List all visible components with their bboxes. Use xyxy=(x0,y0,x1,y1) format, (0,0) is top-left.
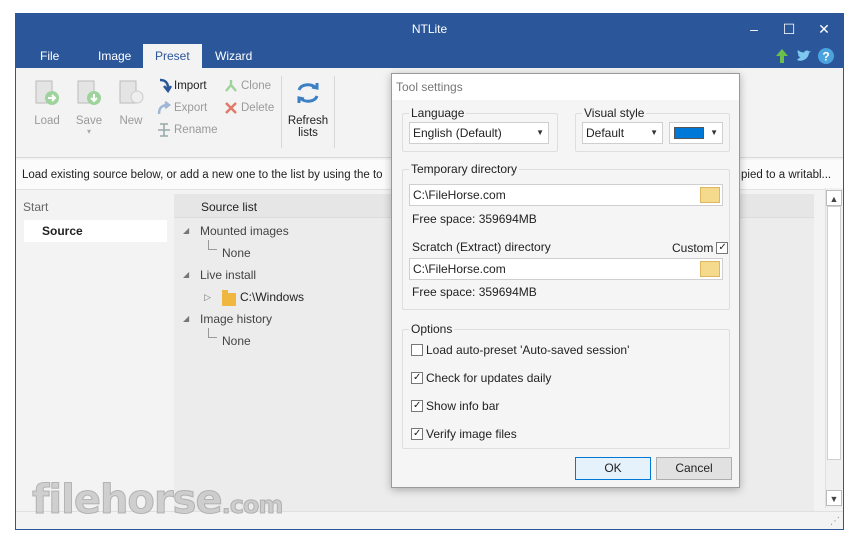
start-header: Start xyxy=(23,200,49,214)
dialog-title: Tool settings xyxy=(392,74,739,100)
collapse-icon[interactable]: ◢ xyxy=(183,314,189,323)
import-button[interactable]: Import xyxy=(156,77,207,95)
delete-button[interactable]: Delete xyxy=(223,99,274,117)
tab-wizard[interactable]: Wizard xyxy=(211,44,256,68)
expand-icon[interactable]: ▷ xyxy=(204,292,211,303)
chevron-down-icon: ▼ xyxy=(536,128,544,137)
language-select[interactable]: English (Default) ▼ xyxy=(409,122,549,144)
custom-checkbox[interactable]: Custom xyxy=(672,241,729,257)
info-text: Load existing source below, or add a new… xyxy=(22,169,383,181)
scroll-thumb[interactable] xyxy=(827,206,841,460)
temp-dir-label: Temporary directory xyxy=(409,162,520,176)
ribbon-separator xyxy=(334,76,335,148)
windows-folder-icon xyxy=(222,290,236,306)
option-verify-image[interactable]: Verify image files xyxy=(411,427,517,443)
rename-icon xyxy=(158,123,170,137)
watermark-logo: filehorse.com xyxy=(32,477,284,524)
clone-button[interactable]: Clone xyxy=(223,77,271,95)
chevron-down-icon: ▾ xyxy=(86,127,91,136)
accent-color-picker[interactable]: ▼ xyxy=(669,122,723,144)
tab-image[interactable]: Image xyxy=(94,44,135,68)
tree-node-history-none[interactable]: None xyxy=(222,332,251,350)
window-title: NTLite xyxy=(411,22,448,36)
tree-node-live-install[interactable]: Live install xyxy=(200,266,256,284)
options-label: Options xyxy=(409,322,455,336)
tab-file[interactable]: File xyxy=(36,44,63,68)
visual-style-select[interactable]: Default ▼ xyxy=(582,122,663,144)
color-swatch xyxy=(674,127,704,139)
scratch-free-space: Free space: 359694MB xyxy=(412,285,537,299)
refresh-lists-button[interactable]: Refresh lists xyxy=(286,78,330,139)
sidebar-item-source[interactable]: Source xyxy=(24,220,167,242)
tree-node-image-history[interactable]: Image history xyxy=(200,310,272,328)
temp-dir-input[interactable]: C:\FileHorse.com xyxy=(409,184,723,206)
delete-icon xyxy=(225,102,237,114)
ok-button[interactable]: OK xyxy=(575,457,651,480)
tab-preset[interactable]: Preset xyxy=(143,44,202,68)
save-icon xyxy=(77,80,101,105)
title-bar: NTLite – ☐ ✕ xyxy=(16,14,843,44)
refresh-icon xyxy=(297,83,319,103)
export-icon xyxy=(157,101,172,115)
tool-settings-dialog: Tool settings Language English (Default)… xyxy=(391,73,740,488)
save-label: Save xyxy=(75,115,103,127)
temp-free-space: Free space: 359694MB xyxy=(412,212,537,226)
twitter-icon[interactable] xyxy=(795,47,813,65)
info-text-tail: pied to a writabl... xyxy=(741,169,832,181)
collapse-icon[interactable]: ◢ xyxy=(183,226,189,235)
tree-connector xyxy=(208,328,217,338)
checkbox-icon[interactable] xyxy=(411,371,423,385)
tree-connector xyxy=(208,240,217,250)
maximize-button[interactable]: ☐ xyxy=(771,14,807,44)
collapse-icon[interactable]: ◢ xyxy=(183,270,189,279)
menu-bar: File Image Preset Wizard ? xyxy=(16,44,843,68)
load-label: Load xyxy=(34,115,60,127)
language-label: Language xyxy=(409,106,467,120)
export-button[interactable]: Export xyxy=(156,99,207,117)
chevron-down-icon: ▼ xyxy=(710,128,718,137)
rename-button[interactable]: Rename xyxy=(156,121,217,139)
scroll-down-icon[interactable]: ▼ xyxy=(826,490,842,506)
option-auto-preset[interactable]: Load auto-preset 'Auto-saved session' xyxy=(411,343,629,359)
checkbox-icon[interactable] xyxy=(411,399,423,413)
folder-browse-icon[interactable] xyxy=(700,187,720,203)
help-icon[interactable]: ? xyxy=(817,47,835,65)
new-label: New xyxy=(119,115,143,127)
scroll-up-icon[interactable]: ▲ xyxy=(826,190,842,206)
tree-node-mounted-images[interactable]: Mounted images xyxy=(200,222,289,240)
folder-browse-icon[interactable] xyxy=(700,261,720,277)
refresh-label-2: lists xyxy=(298,127,318,139)
cancel-button[interactable]: Cancel xyxy=(656,457,732,480)
option-show-info-bar[interactable]: Show info bar xyxy=(411,399,499,415)
new-icon xyxy=(119,80,144,104)
start-pane: Start Source xyxy=(16,194,174,514)
load-button[interactable]: Load xyxy=(30,78,64,127)
clone-icon xyxy=(225,80,237,92)
scratch-dir-label: Scratch (Extract) directory xyxy=(412,240,551,254)
scratch-dir-input[interactable]: C:\FileHorse.com xyxy=(409,258,723,280)
resize-grip-icon[interactable]: ⋰ xyxy=(830,516,840,527)
checkbox-icon[interactable] xyxy=(411,344,423,356)
checkbox-icon[interactable] xyxy=(411,427,423,441)
checkbox-icon[interactable] xyxy=(716,241,729,255)
tree-node-mounted-none[interactable]: None xyxy=(222,244,251,262)
refresh-label-1: Refresh xyxy=(287,115,329,127)
visual-style-label: Visual style xyxy=(582,106,647,120)
new-button[interactable]: New xyxy=(114,78,148,127)
chevron-down-icon: ▼ xyxy=(650,128,658,137)
tree-node-windows[interactable]: C:\Windows xyxy=(240,288,304,306)
update-arrow-icon[interactable] xyxy=(773,47,791,65)
minimize-button[interactable]: – xyxy=(736,14,772,44)
save-button[interactable]: Save ▾ xyxy=(72,78,106,136)
vertical-scrollbar[interactable]: ▲ ▼ xyxy=(825,188,842,508)
svg-text:?: ? xyxy=(822,50,829,64)
ribbon-separator xyxy=(281,76,282,148)
load-icon xyxy=(35,80,59,105)
close-button[interactable]: ✕ xyxy=(806,14,842,44)
import-icon xyxy=(159,78,172,94)
option-check-updates[interactable]: Check for updates daily xyxy=(411,371,551,387)
